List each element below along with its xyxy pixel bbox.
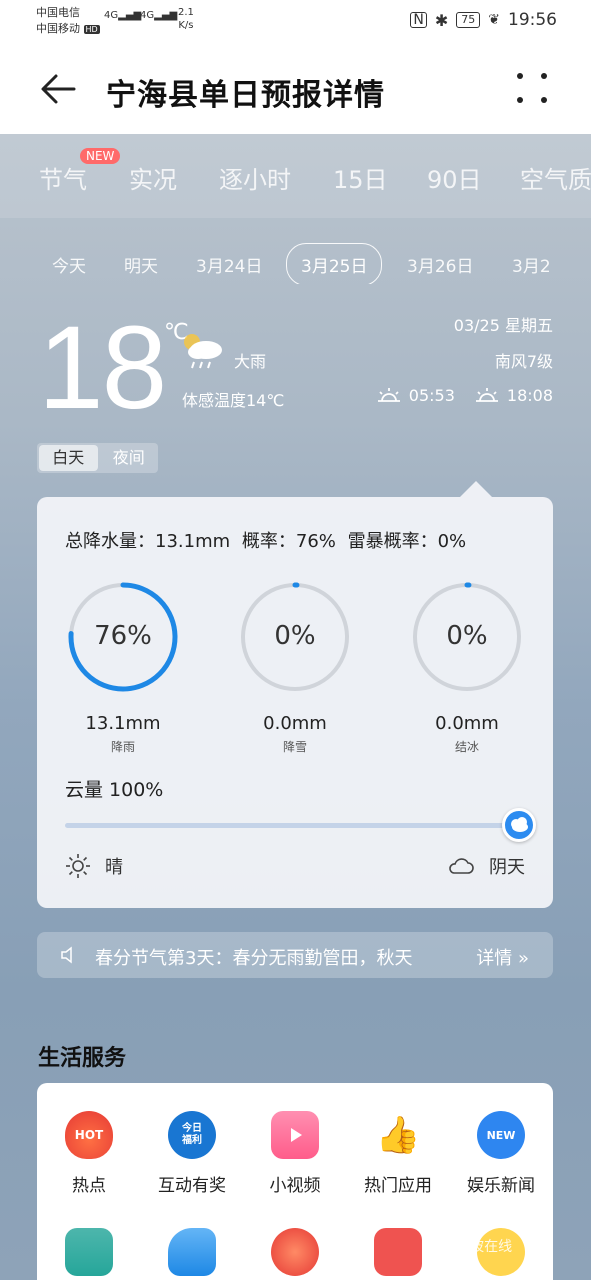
day-mar-24[interactable]: 3月24日 (196, 252, 262, 277)
service-short-video-label: 小视频 (269, 1176, 321, 1196)
day-mar-26[interactable]: 3月26日 (407, 252, 473, 277)
day-tomorrow[interactable]: 明天 (124, 252, 158, 277)
page-title: 宁海县单日预报详情 (106, 78, 385, 113)
snow-label: 降雪 (282, 740, 307, 754)
service-hot-apps-label: 热门应用 (364, 1176, 432, 1196)
game-controller-icon (374, 1228, 422, 1276)
cloudy-label: 阴天 (489, 857, 525, 878)
snow-probability: 0% (274, 621, 316, 651)
day-night-toggle: 白天 夜间 (37, 443, 158, 473)
new-badge: NEW (80, 148, 121, 164)
leaf-icon: ❦ (488, 12, 500, 28)
day-selector: 今天 明天 3月24日 3月25日 3月26日 3月2 (0, 240, 591, 284)
service-hot-label: 热点 (72, 1176, 106, 1196)
sunny-label: 晴 (105, 857, 123, 878)
tab-15-day[interactable]: 15日 (333, 160, 388, 195)
ice-gauge: 0% 0.0mm 结冰 (411, 581, 523, 755)
ticker-text: 春分节气第3天：春分无雨勤管田，秋天 (95, 948, 413, 969)
hd-badge: HD (83, 25, 100, 34)
cloud-cover-label: 云量 100% (65, 779, 164, 801)
gallery-icon (65, 1228, 113, 1276)
cloud-cover-track (65, 823, 519, 828)
hot-icon: HOT (65, 1111, 113, 1159)
precipitation-card: 总降水量：13.1mm 概率：76% 雷暴概率：0% 76% 13.1mm 降雨… (37, 497, 553, 908)
wind-text: 南风7级 (494, 352, 553, 371)
temperature-value: 18 (38, 302, 167, 434)
service-ent-news[interactable]: NEW 娱乐新闻 (449, 1111, 553, 1196)
tab-bar: 节气 实况 逐小时 15日 90日 空气质 (0, 134, 591, 218)
tab-solar-term[interactable]: 节气 (39, 160, 87, 195)
snow-gauge: 0% 0.0mm 降雪 (239, 581, 351, 755)
like-star-icon (168, 1228, 216, 1276)
weather-text: 大雨 (234, 352, 267, 371)
service-hot[interactable]: HOT 热点 (37, 1111, 141, 1196)
tab-hourly[interactable]: 逐小时 (219, 160, 291, 195)
status-bar: 中国电信 中国移动 HD 4G▂▄▆ 4G▂▄▆ 2.1 K/s N ✱ 75 … (0, 0, 591, 42)
sunset-icon (475, 387, 498, 402)
rain-label: 降雨 (110, 740, 135, 754)
overcast-icon (449, 858, 474, 874)
signal-icon-1: 4G▂▄▆ (104, 10, 142, 21)
today-welfare-icon: 今日福利 (168, 1111, 216, 1159)
news-icon: NEW (477, 1111, 525, 1159)
ice-label: 结冰 (454, 740, 479, 754)
service-short-video[interactable]: 小视频 (243, 1111, 347, 1196)
snow-amount: 0.0mm (263, 713, 327, 734)
sunset-time: 18:08 (506, 386, 553, 405)
network-speed: 2.1 K/s (178, 7, 194, 31)
speaker-icon (61, 946, 72, 964)
bluetooth-icon: ✱ (434, 10, 449, 30)
more-options-icon[interactable] (512, 70, 552, 110)
service-rewards[interactable]: 今日福利 互动有奖 (140, 1111, 244, 1196)
ice-probability: 0% (446, 621, 488, 651)
sunrise-icon (377, 387, 400, 402)
date-text: 03/25 星期五 (453, 316, 553, 335)
sunrise-time: 05:53 (408, 386, 455, 405)
carrier-1: 中国电信 (36, 6, 80, 19)
watermark-logo: ❀ 宁波在线 (440, 1239, 513, 1255)
day-toggle[interactable]: 白天 (39, 445, 98, 471)
nfc-icon: N (410, 12, 427, 28)
cloud-cover-knob (502, 808, 536, 842)
rain-amount: 13.1mm (85, 713, 161, 734)
services-title: 生活服务 (38, 1046, 127, 1071)
battery-icon: 75 (456, 12, 481, 28)
carrier-info: 中国电信 中国移动 HD (36, 5, 100, 38)
service-rewards-label: 互动有奖 (158, 1176, 226, 1196)
tab-90-day[interactable]: 90日 (427, 160, 482, 195)
day-mar-27[interactable]: 3月2 (512, 252, 551, 277)
service-ent-news-label: 娱乐新闻 (467, 1176, 535, 1196)
service-hot-apps[interactable]: 👍 热门应用 (346, 1111, 450, 1196)
rain-gauge: 76% 13.1mm 降雨 (67, 581, 179, 755)
sunny-legend: 晴 (65, 853, 123, 879)
service-gallery[interactable] (37, 1228, 141, 1276)
card-pointer (460, 481, 492, 497)
service-like[interactable] (140, 1228, 244, 1276)
heavy-rain-icon (184, 334, 222, 369)
thumbs-up-icon: 👍 (375, 1115, 421, 1156)
tab-air-quality[interactable]: 空气质 (520, 160, 591, 195)
day-today[interactable]: 今天 (52, 252, 86, 277)
clock: 19:56 (508, 10, 557, 30)
ticker-details-link[interactable]: 详情 » (476, 944, 529, 970)
service-hourglass[interactable] (243, 1228, 347, 1276)
signal-icon-2: 4G▂▄▆ (140, 10, 178, 21)
sun-icon (66, 854, 90, 878)
night-toggle[interactable]: 夜间 (100, 443, 159, 473)
solar-term-ticker[interactable]: 春分节气第3天：春分无雨勤管田，秋天 详情 » (37, 932, 553, 978)
rain-probability: 76% (94, 621, 152, 651)
top-bar: 宁海县单日预报详情 (0, 42, 591, 134)
service-game[interactable] (346, 1228, 450, 1276)
back-arrow-icon[interactable] (38, 68, 80, 110)
cloud-icon (511, 817, 528, 832)
carrier-2: 中国移动 HD (36, 22, 100, 35)
hourglass-icon (271, 1228, 319, 1276)
precipitation-summary: 总降水量：13.1mm 概率：76% 雷暴概率：0% (65, 531, 467, 552)
video-play-icon (271, 1111, 319, 1159)
tab-live[interactable]: 实况 (129, 160, 177, 195)
ice-amount: 0.0mm (435, 713, 499, 734)
cloudy-legend: 阴天 (447, 853, 525, 879)
day-mar-25[interactable]: 3月25日 (286, 243, 383, 284)
feels-like: 体感温度14℃ (182, 391, 285, 410)
